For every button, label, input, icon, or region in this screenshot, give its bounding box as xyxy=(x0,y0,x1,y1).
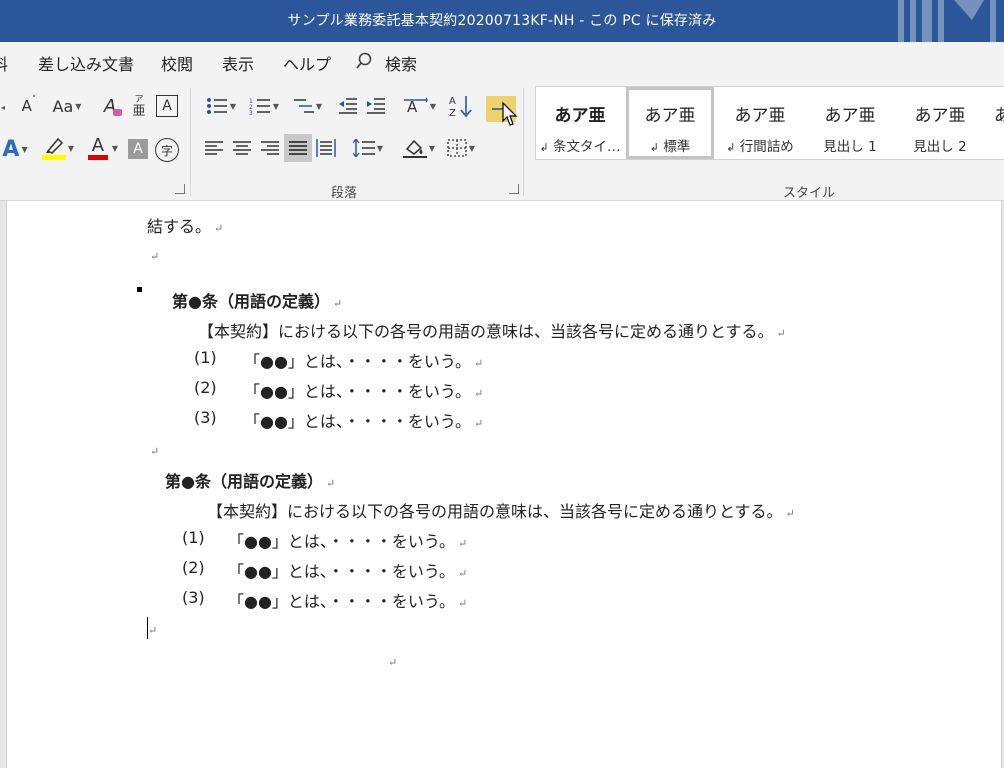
align-center-icon[interactable] xyxy=(230,136,254,160)
window-title: サンプル業務委託基本契約20200713KF-NH - この PC に保存済み xyxy=(287,13,717,29)
article-heading[interactable]: 第●条（用語の定義） ↵ xyxy=(165,468,335,492)
paragraph-text[interactable]: 結する。 ↵ xyxy=(147,213,223,237)
font-size-menu-icon[interactable]: ◂ xyxy=(0,96,8,118)
justify-icon[interactable] xyxy=(284,134,312,162)
paragraph-shading-icon[interactable]: ▼ xyxy=(400,135,438,161)
change-case-button[interactable]: Aa ▼ xyxy=(50,94,84,118)
list-item[interactable]: 「●●」とは、・・・・をいう。 ↵ xyxy=(228,588,467,612)
tab-references[interactable]: 料 xyxy=(0,51,8,75)
text-effect-icon[interactable]: A ▼ xyxy=(0,136,32,162)
tab-mailings[interactable]: 差し込み文書 xyxy=(38,51,134,75)
style-normal[interactable]: あア亜 ↲ 標準 xyxy=(626,87,714,159)
decrease-indent-icon[interactable] xyxy=(336,94,360,118)
title-bar-decoration xyxy=(898,0,996,42)
title-bar: サンプル業務委託基本契約20200713KF-NH - この PC に保存済み xyxy=(0,0,1004,42)
svg-text:3: 3 xyxy=(249,110,253,115)
align-right-icon[interactable] xyxy=(258,136,282,160)
list-number: (3) xyxy=(194,408,217,427)
search-label[interactable]: 検索 xyxy=(385,51,417,75)
tab-help[interactable]: ヘルプ xyxy=(283,51,331,75)
ribbon-tabs: 料 差し込み文書 校閲 表示 ヘルプ 検索 xyxy=(0,42,1004,82)
multilevel-list-button[interactable]: ▼ xyxy=(288,94,326,118)
shrink-font-button[interactable]: A ˅ xyxy=(18,94,40,118)
borders-icon[interactable]: ▼ xyxy=(442,136,480,160)
group-separator xyxy=(523,88,524,196)
list-item[interactable]: 「●●」とは、・・・・をいう。 ↵ xyxy=(244,408,483,432)
style-next[interactable]: あ xyxy=(986,87,1004,159)
search-icon[interactable] xyxy=(355,52,373,74)
line-spacing-icon[interactable]: ▼ xyxy=(350,136,386,160)
list-item[interactable]: 「●●」とは、・・・・をいう。 ↵ xyxy=(228,528,467,552)
list-item[interactable]: 「●●」とは、・・・・をいう。 ↵ xyxy=(244,348,483,372)
style-jobun-title[interactable]: あア亜 ↲ 条文タイ… xyxy=(536,87,624,159)
article-intro[interactable]: 【本契約】における以下の各号の用語の意味は、当該各号に定める通りとする。 ↵ xyxy=(198,318,786,342)
style-heading-1[interactable]: あア亜 見出し 1 xyxy=(806,87,894,159)
enclose-char-icon[interactable]: 字 xyxy=(155,138,179,162)
paragraph-marker xyxy=(137,287,142,292)
list-number: (2) xyxy=(194,378,217,397)
char-border-icon[interactable]: A xyxy=(156,95,178,117)
increase-indent-icon[interactable] xyxy=(364,94,388,118)
style-no-spacing[interactable]: あア亜 ↲ 行間詰め xyxy=(716,87,804,159)
article-intro[interactable]: 【本契約】における以下の各号の用語の意味は、当該各号に定める通りとする。 ↵ xyxy=(207,498,795,522)
sort-icon[interactable]: AZ xyxy=(448,93,476,119)
paragraph-group-label: 段落 xyxy=(331,186,358,201)
font-dialog-launcher[interactable] xyxy=(175,184,185,194)
document-page[interactable] xyxy=(6,201,1002,768)
list-number: (1) xyxy=(194,348,217,367)
align-left-icon[interactable] xyxy=(202,136,226,160)
style-heading-2[interactable]: あア亜 見出し 2 xyxy=(896,87,984,159)
highlight-icon[interactable]: ▼ xyxy=(38,134,78,162)
distributed-icon[interactable] xyxy=(314,136,338,160)
bullets-button[interactable]: ▼ xyxy=(202,94,240,118)
numbering-button[interactable]: 1 2 3 ▼ xyxy=(245,94,283,118)
group-separator xyxy=(190,88,191,196)
list-item[interactable]: 「●●」とは、・・・・をいう。 ↵ xyxy=(228,558,467,582)
list-number: (2) xyxy=(182,558,205,577)
empty-paragraph[interactable]: ↵ xyxy=(385,651,397,670)
styles-group-label: スタイル xyxy=(783,186,836,201)
text-direction-icon[interactable]: A ▼ xyxy=(400,94,440,118)
article-heading[interactable]: 第●条（用語の定義） ↵ xyxy=(172,288,342,312)
mouse-cursor-icon xyxy=(502,102,518,126)
tab-review[interactable]: 校閲 xyxy=(161,51,193,75)
empty-paragraph[interactable]: ↵ xyxy=(145,619,157,638)
shading-icon[interactable]: A xyxy=(128,139,148,159)
ribbon: ◂ A ˅ Aa ▼ A ア亜 A A ▼ ▼ A ▼ A 字 ▼ 1 2 3 ▼ ▼ A ▼… xyxy=(0,82,1004,201)
empty-paragraph[interactable]: ↵ xyxy=(147,245,159,264)
svg-text:Z: Z xyxy=(449,108,456,118)
list-item[interactable]: 「●●」とは、・・・・をいう。 ↵ xyxy=(244,378,483,402)
list-number: (3) xyxy=(182,588,205,607)
list-number: (1) xyxy=(182,528,205,547)
phonetic-icon[interactable]: ア亜 xyxy=(130,92,148,120)
empty-paragraph[interactable]: ↵ xyxy=(147,440,159,459)
svg-text:A: A xyxy=(449,96,456,107)
font-color-icon[interactable]: A ▼ xyxy=(82,134,122,162)
styles-gallery: あア亜 ↲ 条文タイ… あア亜 ↲ 標準 あア亜 ↲ 行間詰め あア亜 見出し … xyxy=(535,86,1004,160)
clear-format-icon[interactable]: A xyxy=(98,94,122,118)
tab-view[interactable]: 表示 xyxy=(222,51,254,75)
paragraph-dialog-launcher[interactable] xyxy=(509,184,519,194)
